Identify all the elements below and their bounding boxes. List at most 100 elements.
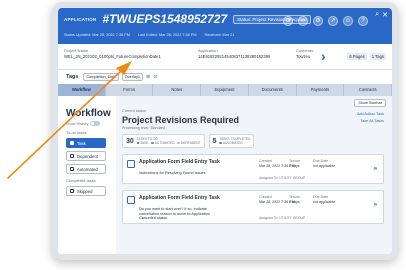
flag-icon[interactable]: ⚑ [373, 166, 378, 173]
ticket-id: #TWUEPS1548952727 [102, 12, 228, 26]
tab-payments[interactable]: Payments [297, 84, 345, 96]
tag-chip[interactable]: Completion_Date [83, 73, 119, 81]
application-value: 14E9182292145408371138380162395 [198, 54, 271, 59]
assigned-to: Assigned To: UTILITY GROUP [259, 216, 306, 220]
search-icon[interactable]: ⌕ [375, 11, 379, 19]
filter-label: Dependent [77, 153, 99, 159]
filter-skipped[interactable]: Skipped [66, 186, 106, 196]
tab-equipment[interactable]: Equipment [201, 84, 249, 96]
tab-notes[interactable]: Notes [153, 84, 202, 96]
tags-count[interactable]: 1 Tags [369, 53, 386, 60]
current-status-label: Current status [122, 109, 146, 113]
add-adhoc-task-link[interactable]: Add Adhoc Task [357, 111, 384, 118]
flag-icon[interactable]: ⚑ [373, 202, 378, 209]
section-tabs: Workflow Forms Notes Equipment Documents… [58, 84, 392, 96]
link-icon[interactable]: ∞ [298, 16, 308, 26]
customer-value[interactable]: Towzeu [296, 54, 313, 59]
task-due: Due Date not applicable [313, 195, 335, 204]
todo-section-label: To-do tasks [66, 130, 87, 135]
task-title[interactable]: Application Form Field Entry Task [139, 159, 220, 165]
filter-task[interactable]: Task [66, 138, 106, 148]
task-tenure: Tenure 2 days [289, 195, 300, 204]
checkbox-icon [70, 154, 74, 158]
project-name-value[interactable]: WEL_JN_202102_0100pts_FutureCompletionDa… [64, 54, 161, 59]
task-tenure: Tenure 2 days [289, 159, 300, 168]
application-block: Application 14E9182292145408371138380162… [198, 48, 270, 59]
count-number: 30 [126, 137, 134, 145]
assigned-to: Assigned To: UTILITY GROUP [259, 176, 306, 180]
filter-label: Automated [77, 166, 98, 172]
count-sub: AUTOMATED [154, 141, 175, 145]
count-meta: TASKS TO DO TASK AUTOMATED DEPENDENT [136, 137, 201, 146]
project-name-label: Project Name [64, 48, 89, 53]
workflow-main: Show Sidebar Current status Project Revi… [116, 96, 392, 254]
tab-forms[interactable]: Forms [106, 84, 154, 96]
show-history-control: Show History [66, 121, 112, 126]
due-label: Due Date [313, 159, 329, 163]
count-number: 5 [212, 137, 217, 145]
screenshot-stage: APPLICATION #TWUEPS1548952727 Status: Pr… [0, 0, 406, 270]
task-icon [127, 160, 135, 168]
task-icon [127, 196, 135, 204]
created-label: Created [259, 159, 272, 163]
app-window: APPLICATION #TWUEPS1548952727 Status: Pr… [58, 8, 392, 254]
checkbox-icon [70, 189, 74, 193]
app-label: APPLICATION [64, 16, 97, 22]
header-meta: Status Updated: Mar 28, 2022 7:36 PM Las… [64, 33, 234, 37]
project-info-row: Project Name WEL_JN_202102_0100pts_Futur… [58, 44, 392, 70]
count-sub: TASK [140, 141, 149, 145]
app-header: APPLICATION #TWUEPS1548952727 Status: Pr… [58, 8, 392, 44]
received-meta: Received: Mar 21 [204, 33, 235, 37]
help-icon[interactable]: ? [358, 16, 368, 26]
show-sidebar-button[interactable]: Show Sidebar [354, 99, 386, 107]
tasks-todo-count[interactable]: 30 TASKS TO DO TASK AUTOMATED DEPENDENT [122, 134, 205, 148]
customer-label: Customer [296, 48, 314, 53]
current-status-title: Project Revisions Required [122, 115, 240, 125]
task-due: Due Date not applicable [313, 159, 335, 168]
tenure-label: Tenure [289, 159, 300, 163]
task-card[interactable]: Application Form Field Entry Task Instru… [122, 154, 384, 184]
workflow-title: Workflow [66, 108, 111, 119]
filter-dependent[interactable]: Dependent [66, 151, 106, 161]
due-value: not applicable [313, 199, 336, 204]
tasks-completed-count[interactable]: 5 TASKS COMPLETED AUTOMATED [208, 134, 255, 148]
dot-icon [177, 141, 180, 145]
checkbox-icon [70, 167, 74, 171]
settings-icon[interactable]: ⊙ [153, 74, 157, 80]
application-label: Application [198, 48, 218, 53]
dot-icon [219, 141, 222, 145]
due-value: not applicable [313, 163, 336, 168]
task-title[interactable]: Application Form Field Entry Task [139, 195, 220, 201]
task-counts: 30 TASKS TO DO TASK AUTOMATED DEPENDENT … [122, 134, 255, 148]
filter-automated[interactable]: Automated [66, 164, 106, 174]
device-frame: APPLICATION #TWUEPS1548952727 Status: Pr… [52, 2, 398, 260]
show-history-toggle[interactable] [90, 121, 101, 126]
task-description: Do you want to start over? If so, indica… [139, 207, 210, 221]
tag-chip[interactable]: Overlay1 [121, 73, 143, 81]
count-sub: DEPENDENT [180, 141, 201, 145]
count-meta: TASKS COMPLETED AUTOMATED [219, 137, 250, 146]
task-card[interactable]: Application Form Field Entry Task Do you… [122, 190, 384, 224]
tab-documents[interactable]: Documents [249, 84, 297, 96]
customer-block: Customer Towzeu [296, 48, 313, 59]
pages-count[interactable]: 6 Pages [347, 53, 367, 60]
share-icon[interactable]: ↗ [328, 16, 338, 26]
gear-icon[interactable]: ⚙ [313, 16, 323, 26]
task-description: Instructions for Resolving Found Issues [139, 171, 206, 175]
count-sub: AUTOMATED [222, 141, 243, 145]
tab-contracts[interactable]: Contracts [344, 84, 392, 96]
take-all-tasks-link[interactable]: Take All Tasks [357, 118, 384, 125]
dot-icon [151, 141, 154, 145]
globe-icon[interactable]: ⊕ [283, 16, 293, 26]
tab-workflow[interactable]: Workflow [58, 84, 106, 96]
add-tag-icon[interactable]: ⊕ [146, 74, 150, 80]
user-icon[interactable]: ☺ [343, 16, 353, 26]
chevron-right-icon[interactable]: › [321, 48, 326, 64]
header-icon-bar: ⊕ ∞ ⚙ ↗ ☺ ? [283, 16, 368, 26]
close-icon[interactable]: ✕ [382, 11, 388, 19]
due-label: Due Date [313, 195, 329, 199]
header-title-row: APPLICATION #TWUEPS1548952727 Status: Pr… [64, 12, 311, 26]
last-edited-meta: Last Edited: Mar 28, 2022 7:36 PM [137, 33, 197, 37]
dot-icon [136, 141, 140, 145]
pages-tags-summary: 6 Pages 1 Tags [347, 53, 386, 60]
